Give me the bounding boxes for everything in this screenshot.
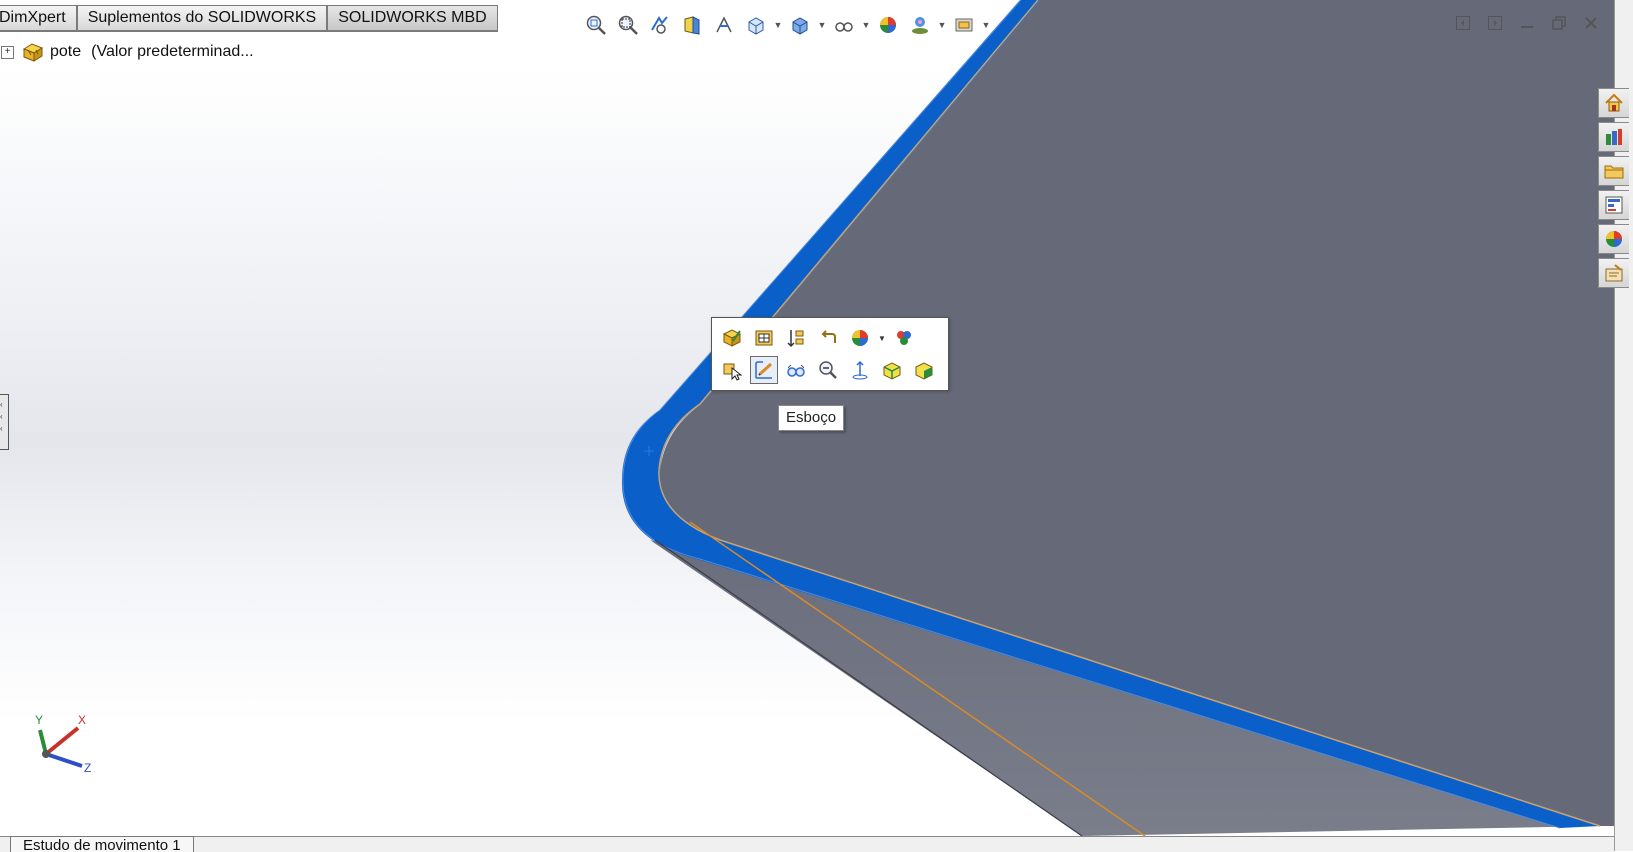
section-view-icon[interactable]: [678, 11, 706, 39]
dynamic-annotation-views-icon[interactable]: [710, 11, 738, 39]
edit-feature-icon[interactable]: [718, 324, 746, 352]
previous-view-icon[interactable]: [646, 11, 674, 39]
edit-appearance-icon[interactable]: [874, 11, 902, 39]
command-manager-tabs: DimXpert Suplementos do SOLIDWORKS SOLID…: [0, 5, 498, 32]
zoom-to-selection-icon[interactable]: [814, 356, 842, 384]
close-icon[interactable]: [1580, 12, 1602, 34]
view-settings-dropdown-icon[interactable]: ▼: [982, 11, 991, 39]
restore-icon[interactable]: [1548, 12, 1570, 34]
minimize-icon[interactable]: [1516, 12, 1538, 34]
hide-show-icon[interactable]: [782, 356, 810, 384]
context-toolbar-row-2: [718, 356, 942, 384]
document-window-controls: [1452, 12, 1602, 34]
zoom-to-fit-icon[interactable]: [582, 11, 610, 39]
tile-right-icon[interactable]: [1484, 12, 1506, 34]
context-toolbar-row-1: ▼: [718, 324, 942, 352]
configuration-name: (Valor predeterminad...: [91, 43, 254, 60]
heads-up-view-toolbar: ▼ ▼ ▼ ▼ ▼: [582, 11, 990, 39]
zoom-to-area-icon[interactable]: [614, 11, 642, 39]
feature-manager-collapse-handle[interactable]: ‹ ‹ ‹: [0, 394, 9, 450]
normal-to-icon[interactable]: [846, 356, 874, 384]
display-style-dropdown-icon[interactable]: ▼: [818, 11, 827, 39]
appearances-scenes-decals-icon[interactable]: [1598, 224, 1629, 254]
solidworks-resources-icon[interactable]: [1598, 88, 1629, 118]
sketch-tooltip: Esboço: [778, 405, 845, 431]
appearances-icon[interactable]: [890, 324, 918, 352]
task-pane-tabs: [1598, 88, 1633, 288]
hide-icon[interactable]: [910, 356, 938, 384]
feature-tree-root[interactable]: + pote (Valor predeterminad...: [0, 40, 254, 64]
reference-triad: Y X Z: [35, 713, 91, 775]
triad-z-label: Z: [84, 761, 91, 775]
sketch-icon[interactable]: [750, 356, 778, 384]
file-explorer-icon[interactable]: [1598, 156, 1629, 186]
view-palette-icon[interactable]: [1598, 190, 1629, 220]
design-library-icon[interactable]: [1598, 122, 1629, 152]
display-style-icon[interactable]: [786, 11, 814, 39]
view-settings-icon[interactable]: [950, 11, 978, 39]
motion-study-tab[interactable]: Estudo de movimento 1: [10, 836, 194, 852]
part-name: pote: [50, 43, 82, 60]
part-icon: [22, 43, 44, 62]
hide-show-items-icon[interactable]: [830, 11, 858, 39]
hide-show-dropdown-icon[interactable]: ▼: [862, 11, 871, 39]
context-toolbar: ▼: [711, 317, 949, 391]
triad-y-label: Y: [35, 713, 43, 727]
isolate-icon[interactable]: [878, 356, 906, 384]
undo-icon[interactable]: [814, 324, 842, 352]
bottom-tab-bar: [0, 836, 1614, 852]
view-orientation-dropdown-icon[interactable]: ▼: [774, 11, 783, 39]
tile-left-icon[interactable]: [1452, 12, 1474, 34]
select-other-icon[interactable]: [718, 356, 746, 384]
hide-show-bodies-icon[interactable]: [750, 324, 778, 352]
tab-solidworks-mbd[interactable]: SOLIDWORKS MBD: [327, 5, 498, 32]
apply-scene-dropdown-icon[interactable]: ▼: [938, 11, 947, 39]
view-orientation-icon[interactable]: [742, 11, 770, 39]
tab-dimxpert[interactable]: DimXpert: [0, 5, 77, 32]
appearance-icon[interactable]: [846, 324, 874, 352]
rollback-icon[interactable]: [782, 324, 810, 352]
appearance-dropdown-icon[interactable]: ▼: [878, 334, 886, 343]
custom-properties-icon[interactable]: [1598, 258, 1629, 288]
triad-x-label: X: [78, 713, 86, 727]
expand-icon[interactable]: +: [1, 45, 14, 59]
tab-solidworks-addins[interactable]: Suplementos do SOLIDWORKS: [76, 5, 328, 32]
apply-scene-icon[interactable]: [906, 11, 934, 39]
